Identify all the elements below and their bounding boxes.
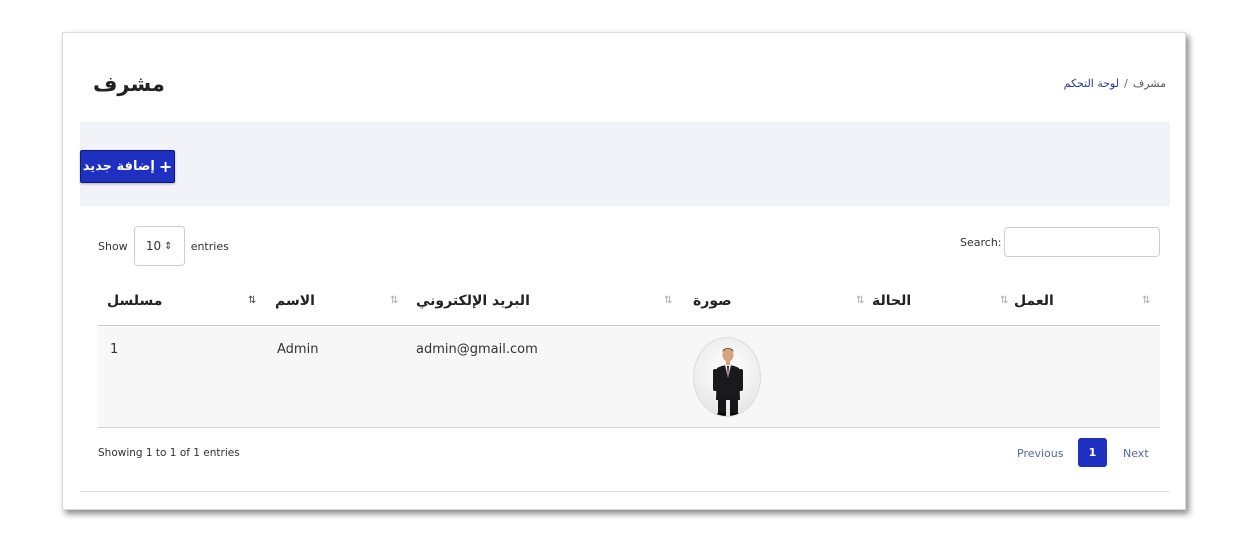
search-input[interactable] [1004, 227, 1160, 257]
column-header-status[interactable]: الحالة [872, 293, 911, 309]
toolbar [80, 122, 1170, 206]
breadcrumb: مشرف / لوحة التحكم [1064, 77, 1166, 90]
entries-length-control: Show 10 ⇕ entries [98, 226, 229, 266]
sort-icon[interactable]: ⇅ [1142, 295, 1150, 306]
cell-email: admin@gmail.com [416, 342, 538, 357]
column-header-photo[interactable]: صورة [693, 293, 732, 309]
plus-icon: + [158, 156, 173, 176]
avatar [693, 337, 761, 417]
column-header-action[interactable]: العمل [1014, 293, 1054, 309]
breadcrumb-current: مشرف [1132, 77, 1166, 90]
entries-value: 10 [145, 239, 162, 253]
admin-card [62, 32, 1186, 510]
sort-icon[interactable]: ⇅ [856, 295, 864, 306]
pagination-next[interactable]: Next [1123, 447, 1149, 460]
table-row [98, 327, 1160, 427]
table-info: Showing 1 to 1 of 1 entries [98, 447, 240, 459]
pagination-page-1[interactable]: 1 [1078, 438, 1107, 467]
add-new-label: إضافة جديد [82, 159, 155, 174]
cell-name: Admin [277, 342, 319, 357]
breadcrumb-separator: / [1124, 77, 1128, 90]
add-new-button[interactable]: إضافة جديد + [80, 150, 175, 183]
sort-icon[interactable]: ⇅ [664, 295, 672, 306]
column-header-email[interactable]: البريد الإلكتروني [416, 293, 530, 309]
sort-icon[interactable]: ⇅ [390, 295, 398, 306]
entries-label: entries [190, 239, 229, 253]
table-row-divider [98, 427, 1160, 428]
column-header-serial[interactable]: مسلسل [107, 293, 162, 309]
breadcrumb-dashboard-link[interactable]: لوحة التحكم [1064, 77, 1119, 90]
show-label: Show [98, 239, 128, 253]
search-label: Search: [960, 236, 1002, 249]
entries-select[interactable]: 10 ⇕ [133, 226, 185, 266]
page-title: مشرف [93, 72, 165, 96]
footer-divider [80, 491, 1170, 492]
pagination-previous[interactable]: Previous [1017, 447, 1064, 460]
man-in-suit-icon [713, 348, 743, 416]
sort-icon[interactable]: ⇅ [248, 295, 256, 306]
cell-serial: 1 [110, 342, 119, 357]
sort-icon[interactable]: ⇅ [1000, 295, 1008, 306]
column-header-name[interactable]: الاسم [275, 293, 315, 309]
table-header-divider [98, 325, 1160, 326]
select-arrows-icon: ⇕ [164, 240, 173, 252]
